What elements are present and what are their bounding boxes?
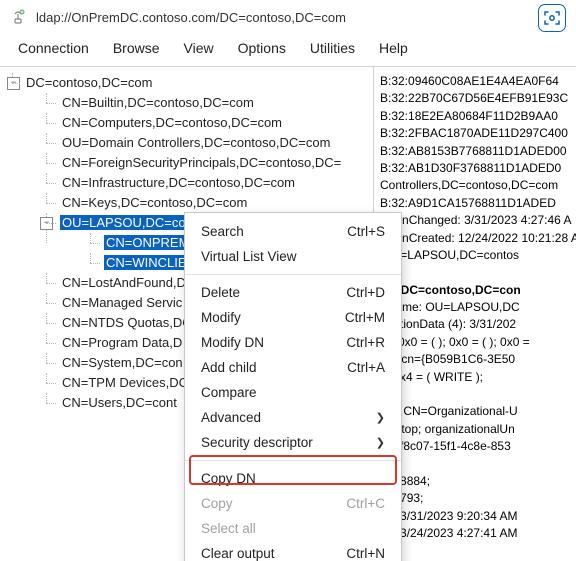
menu-view[interactable]: View xyxy=(172,36,226,60)
detail-line: : 28793; xyxy=(380,490,576,507)
detail-line: ed: 3/31/2023 9:20:34 AM xyxy=(380,508,576,525)
ctx-delete[interactable]: DeleteCtrl+D xyxy=(185,280,401,305)
detail-line: 'OU=LAPSOU,DC=contos xyxy=(380,247,576,264)
detail-line: OU; xyxy=(380,386,576,403)
ctx-copy: CopyCtrl+C xyxy=(185,491,401,516)
detail-line: d: 28884; xyxy=(380,473,576,490)
tree-node[interactable]: CN=Infrastructure,DC=contoso,DC=com xyxy=(34,173,374,193)
detail-line: : ; xyxy=(380,264,576,281)
detail-pane[interactable]: B:32:09460C08AE1E4A4EA0F64 B:32:22B70C67… xyxy=(374,67,576,561)
menu-options[interactable]: Options xyxy=(226,36,298,60)
menu-connection[interactable]: Connection xyxy=(6,36,101,60)
ctx-clear-output[interactable]: Clear outputCtrl+N xyxy=(185,541,401,561)
detail-line: DU,DC=contoso,DC=con xyxy=(380,282,576,299)
detail-line: (2): top; organizationalUn xyxy=(380,421,576,438)
detail-line: B:32:2FBAC1870ADE11D297C400 xyxy=(380,125,576,142)
ctx-advanced[interactable]: Advanced❯ xyxy=(185,405,401,430)
detail-line: dName: OU=LAPSOU,DC xyxy=(380,299,576,316)
ctx-virtual-list-view[interactable]: Virtual List View xyxy=(185,244,401,269)
detail-line: ed: 3/24/2023 4:27:41 AM xyxy=(380,525,576,542)
ctx-search[interactable]: SearchCtrl+S xyxy=(185,219,401,244)
tree-node[interactable]: CN=Keys,DC=contoso,DC=com xyxy=(34,193,374,213)
ldp-window: ldap://OnPremDC.contoso.com/DC=contoso,D… xyxy=(0,0,576,561)
titlebar: ldap://OnPremDC.contoso.com/DC=contoso,D… xyxy=(0,0,576,34)
detail-line: whenChanged: 3/31/2023 4:27:46 A xyxy=(380,212,576,229)
ctx-add-child[interactable]: Add childCtrl+A xyxy=(185,355,401,380)
ctx-modify-dn[interactable]: Modify DNCtrl+R xyxy=(185,330,401,355)
chevron-right-icon: ❯ xyxy=(376,436,385,449)
detail-line: whenCreated: 12/24/2022 10:21:28 A xyxy=(380,230,576,247)
chevron-right-icon: ❯ xyxy=(376,411,385,424)
tree-node[interactable]: CN=Builtin,DC=contoso,DC=com xyxy=(34,93,374,113)
separator xyxy=(185,460,401,461)
collapse-icon[interactable]: − xyxy=(7,77,20,90)
detail-line: B:32:09460C08AE1E4A4EA0F64 xyxy=(380,73,576,90)
detail-line: Controllers,DC=contoso,DC=com xyxy=(380,177,576,194)
window-title: ldap://OnPremDC.contoso.com/DC=contoso,D… xyxy=(36,10,346,25)
ctx-security-descriptor[interactable]: Security descriptor❯ xyxy=(185,430,401,455)
detail-line: \P://cn={B059B1C6-3E50 xyxy=(380,351,576,368)
detail-line: B:32:AB8153B7768811D1ADED00 xyxy=(380,143,576,160)
detail-line: B:32:AB1D30F3768811D1ADED0 xyxy=(380,160,576,177)
detail-line: B:32:22B70C67D56E4EFB91E93C xyxy=(380,90,576,107)
menubar: Connection Browse View Options Utilities… xyxy=(0,34,576,66)
app-icon xyxy=(8,7,28,27)
ctx-copy-dn[interactable]: Copy DN xyxy=(185,466,401,491)
detail-line: agationData (4): 3/31/202 xyxy=(380,316,576,333)
menu-utilities[interactable]: Utilities xyxy=(298,36,367,60)
ctx-select-all: Select all xyxy=(185,516,401,541)
snip-button[interactable] xyxy=(538,4,566,32)
separator xyxy=(185,274,401,275)
detail-line: ab3f8c07-15f1-4c8e-853 xyxy=(380,438,576,455)
menu-browse[interactable]: Browse xyxy=(101,36,172,60)
ctx-compare[interactable]: Compare xyxy=(185,380,401,405)
tree-node[interactable]: CN=ForeignSecurityPrincipals,DC=contoso,… xyxy=(34,153,374,173)
detail-line: ( ); 0x0 = ( ); 0x0 = ( ); 0x0 = xyxy=(380,334,576,351)
detail-line: B:32:A9D1CA15768811D1ADED xyxy=(380,195,576,212)
tree-node[interactable]: OU=Domain Controllers,DC=contoso,DC=com xyxy=(34,133,374,153)
detail-line: B:32:18E2EA80684F11D2B9AA0 xyxy=(380,108,576,125)
detail-line: ; xyxy=(380,456,576,473)
collapse-icon[interactable]: − xyxy=(40,217,53,230)
detail-line: ory: CN=Organizational-U xyxy=(380,403,576,420)
context-menu: SearchCtrl+S Virtual List View DeleteCtr… xyxy=(184,212,402,561)
ctx-modify[interactable]: ModifyCtrl+M xyxy=(185,305,401,330)
tree-node[interactable]: CN=Computers,DC=contoso,DC=com xyxy=(34,113,374,133)
menu-help[interactable]: Help xyxy=(367,36,420,60)
detail-line: e: 0x4 = ( WRITE ); xyxy=(380,369,576,386)
